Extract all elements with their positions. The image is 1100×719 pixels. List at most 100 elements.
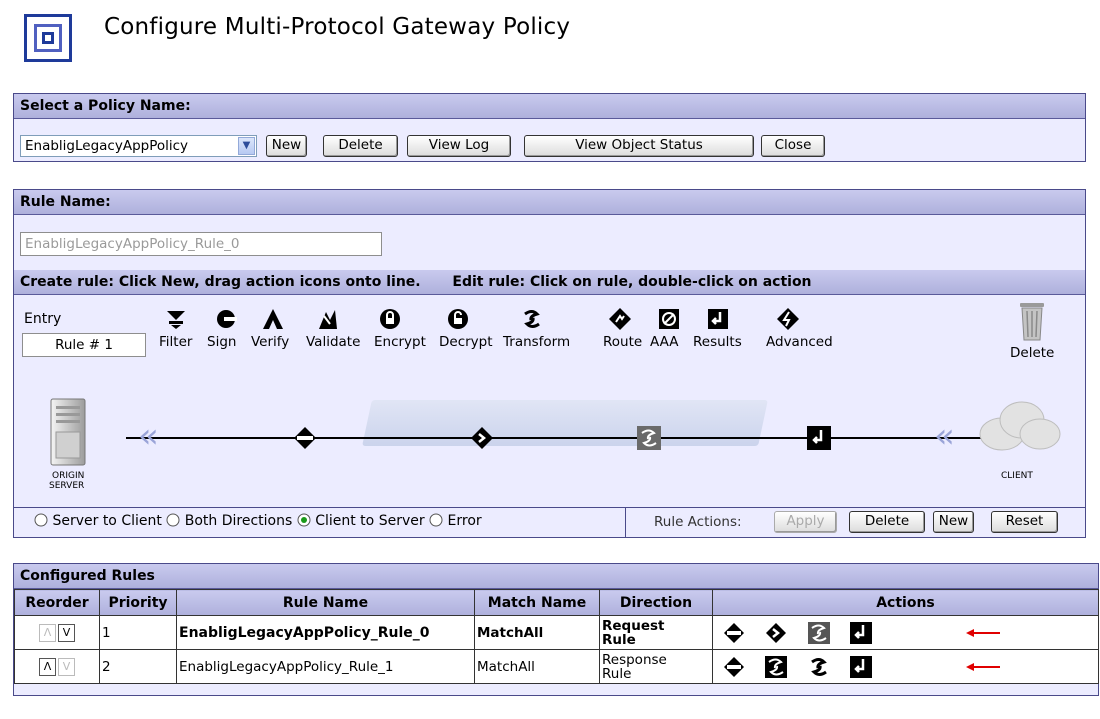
- red-arrow-indicator: [966, 662, 1001, 671]
- flow-direction-arrows-left: «: [138, 416, 159, 456]
- palette-label-route: Route: [603, 334, 643, 350]
- origin-server-label-1: ORIGIN: [52, 471, 85, 481]
- radio-label-client-to-server: Client to Server: [315, 513, 425, 529]
- close-button[interactable]: Close: [761, 135, 825, 157]
- create-rule-instructions: Create rule: Click New, drag action icon…: [20, 274, 421, 290]
- palette-label-encrypt: Encrypt: [374, 334, 426, 350]
- origin-server-icon: [50, 398, 86, 466]
- chevron-down-icon[interactable]: ▼: [238, 137, 255, 155]
- configured-rules-panel: Configured Rules Reorder Priority Rule N…: [13, 563, 1099, 696]
- palette-label-validate: Validate: [306, 334, 361, 350]
- radio-error[interactable]: Error: [429, 513, 482, 529]
- rule-name-cell[interactable]: EnabligLegacyAppPolicy_Rule_1: [176, 649, 475, 684]
- configured-rules-title: Configured Rules: [14, 564, 1098, 589]
- radio-both-directions[interactable]: Both Directions: [166, 513, 292, 529]
- page-title: Configure Multi-Protocol Gateway Policy: [104, 14, 571, 40]
- view-log-button[interactable]: View Log: [407, 135, 511, 157]
- move-up-button[interactable]: Λ: [39, 623, 56, 642]
- column-direction: Direction: [599, 589, 713, 616]
- origin-server-label-2: SERVER: [49, 481, 85, 491]
- trash-label: Delete: [1010, 345, 1055, 361]
- apply-button[interactable]: Apply: [774, 511, 837, 533]
- flow-line: [126, 437, 981, 439]
- results-icon[interactable]: [849, 655, 872, 678]
- policy-panel: Select a Policy Name: EnabligLegacyAppPo…: [13, 93, 1086, 162]
- policy-name-value: EnabligLegacyAppPolicy: [25, 138, 189, 154]
- verify-icon[interactable]: [258, 307, 288, 331]
- table-row[interactable]: ΛV 1 EnabligLegacyAppPolicy_Rule_0 Match…: [14, 615, 1099, 650]
- rule-entry-input[interactable]: Rule # 1: [22, 333, 146, 357]
- new-rule-button[interactable]: New: [933, 511, 974, 533]
- delete-policy-button[interactable]: Delete: [323, 135, 398, 157]
- rule-actions-label: Rule Actions:: [654, 514, 742, 530]
- results-icon[interactable]: [703, 307, 733, 331]
- direction-cell: Request Rule: [599, 615, 713, 650]
- flow-transform-icon[interactable]: [637, 426, 661, 454]
- transform-swirl-icon[interactable]: [808, 656, 830, 678]
- rule-name-cell[interactable]: EnabligLegacyAppPolicy_Rule_0: [176, 615, 475, 650]
- route-icon[interactable]: [765, 622, 787, 644]
- direction-line-1: Response: [602, 651, 667, 668]
- reset-button[interactable]: Reset: [991, 511, 1058, 533]
- gateway-appliance-image: [362, 400, 768, 446]
- flow-results-icon[interactable]: [807, 426, 831, 454]
- direction-divider: [625, 507, 626, 537]
- table-row[interactable]: ΛV 2 EnabligLegacyAppPolicy_Rule_1 Match…: [14, 649, 1099, 684]
- flow-direction-arrows-right: «: [934, 416, 955, 456]
- filter-icon[interactable]: [161, 307, 191, 331]
- radio-label-both-directions: Both Directions: [184, 513, 293, 529]
- advanced-icon[interactable]: [773, 307, 803, 331]
- view-object-status-button[interactable]: View Object Status: [524, 135, 754, 157]
- new-policy-button[interactable]: New: [266, 135, 307, 157]
- palette-label-sign: Sign: [207, 334, 237, 350]
- client-cloud-icon: [976, 398, 1062, 454]
- palette-label-aaa: AAA: [650, 334, 679, 350]
- table-header-row: Reorder Priority Rule Name Match Name Di…: [14, 589, 1099, 616]
- direction-cell: Response Rule: [599, 649, 713, 684]
- transform-icon[interactable]: [807, 621, 830, 644]
- entry-label: Entry: [24, 311, 62, 327]
- actions-cell: [712, 649, 1099, 684]
- column-rule-name: Rule Name: [176, 589, 475, 616]
- radio-server-to-client[interactable]: Server to Client: [34, 513, 162, 529]
- sign-icon[interactable]: [211, 307, 241, 331]
- trash-icon[interactable]: [1019, 301, 1045, 341]
- encrypt-icon[interactable]: [375, 307, 405, 331]
- results-icon[interactable]: [849, 621, 872, 644]
- filter-icon[interactable]: [723, 656, 745, 678]
- reorder-cell: ΛV: [14, 649, 100, 684]
- delete-rule-button[interactable]: Delete: [849, 511, 925, 533]
- filter-icon[interactable]: [723, 622, 745, 644]
- red-arrow-indicator: [966, 628, 1001, 637]
- column-actions: Actions: [712, 589, 1099, 616]
- palette-label-results: Results: [693, 334, 742, 350]
- move-down-button[interactable]: V: [58, 657, 75, 676]
- decrypt-icon[interactable]: [443, 307, 473, 331]
- route-icon[interactable]: [605, 307, 635, 331]
- rule-name-input[interactable]: EnabligLegacyAppPolicy_Rule_0: [20, 232, 382, 256]
- policy-section-title: Select a Policy Name:: [14, 94, 1085, 119]
- client-label: CLIENT: [1001, 471, 1033, 481]
- radio-label-server-to-client: Server to Client: [52, 513, 162, 529]
- flow-filter-icon[interactable]: [293, 426, 317, 454]
- palette-label-filter: Filter: [159, 334, 193, 350]
- validate-icon[interactable]: [313, 307, 343, 331]
- priority-cell: 1: [99, 615, 177, 650]
- match-name-cell: MatchAll: [474, 649, 600, 684]
- transform-icon[interactable]: [517, 307, 547, 331]
- column-match-name: Match Name: [474, 589, 600, 616]
- flow-route-icon[interactable]: [470, 426, 494, 454]
- move-down-button[interactable]: V: [58, 623, 75, 642]
- direction-line-2: Rule: [602, 631, 636, 648]
- configured-rules-table: Reorder Priority Rule Name Match Name Di…: [14, 589, 1099, 684]
- direction-radio-group: Server to Client Both Directions Client …: [34, 513, 482, 529]
- palette-label-advanced: Advanced: [766, 334, 833, 350]
- move-up-button[interactable]: Λ: [39, 657, 56, 676]
- direction-line-1: Request: [602, 617, 665, 634]
- transform-icon[interactable]: [765, 655, 788, 678]
- aaa-icon[interactable]: [654, 307, 684, 331]
- policy-name-select[interactable]: EnabligLegacyAppPolicy ▼: [20, 135, 257, 157]
- rule-section-title: Rule Name:: [14, 190, 1085, 215]
- radio-client-to-server[interactable]: Client to Server: [297, 513, 425, 529]
- palette-label-verify: Verify: [251, 334, 290, 350]
